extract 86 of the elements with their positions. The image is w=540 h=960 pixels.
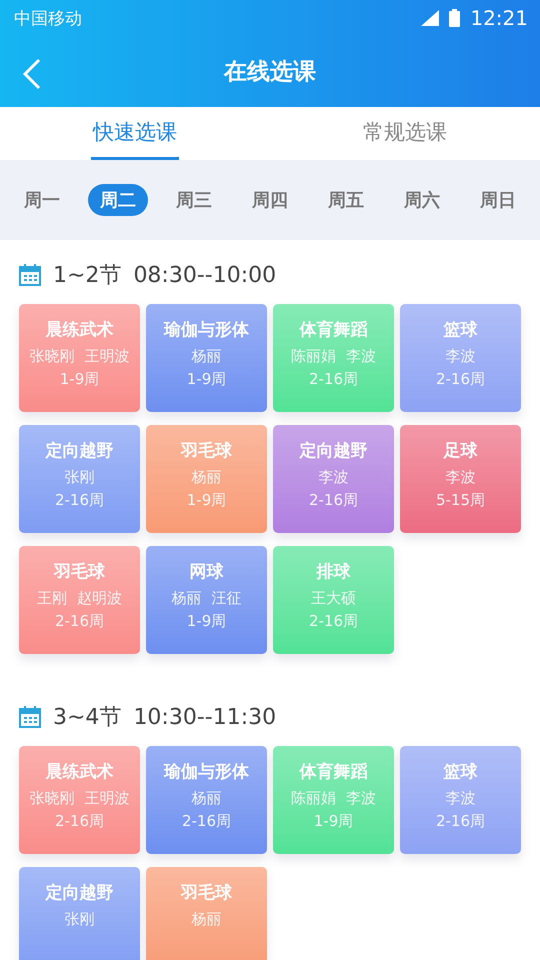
- page-title: 在线选课: [224, 58, 316, 87]
- battery-icon: [449, 9, 460, 27]
- time-range: 08:30--10:00: [133, 262, 276, 288]
- teacher-names: 杨丽 汪征: [172, 589, 242, 608]
- course-card[interactable]: 定向越野 张刚: [19, 867, 140, 960]
- course-name: 定向越野: [46, 440, 114, 462]
- course-card[interactable]: 篮球 李波 2-16周: [400, 304, 521, 412]
- course-name: 网球: [190, 561, 224, 583]
- week-range: 1-9周: [60, 370, 100, 389]
- course-name: 羽毛球: [181, 882, 232, 904]
- teacher-names: 杨丽: [192, 468, 222, 487]
- teacher-names: 杨丽: [192, 347, 222, 366]
- teacher-names: 陈丽娟 李波: [291, 789, 376, 808]
- teacher-names: 杨丽: [192, 910, 222, 929]
- tab[interactable]: 常规选课: [270, 107, 540, 160]
- week-range: 2-16周: [182, 812, 232, 831]
- course-name: 篮球: [444, 319, 478, 341]
- week-range: 2-16周: [436, 812, 486, 831]
- time-range: 10:30--11:30: [133, 704, 276, 730]
- teacher-names: 张晓刚 王明波: [30, 347, 130, 366]
- course-card[interactable]: 晨练武术 张晓刚 王明波 2-16周: [19, 746, 140, 854]
- calendar-icon: [19, 706, 41, 728]
- week-range: 2-16周: [54, 612, 104, 631]
- teacher-names: 王大硕: [311, 589, 356, 608]
- period-label: 3~4节: [53, 704, 122, 732]
- course-name: 足球: [444, 440, 478, 462]
- day-tab[interactable]: 周三: [164, 184, 224, 216]
- course-name: 瑜伽与形体: [164, 319, 249, 341]
- course-name: 定向越野: [300, 440, 368, 462]
- week-range: 2-16周: [308, 612, 358, 631]
- teacher-names: 李波: [446, 347, 476, 366]
- course-name: 羽毛球: [181, 440, 232, 462]
- course-card[interactable]: 羽毛球 杨丽: [146, 867, 267, 960]
- week-range: 1-9周: [186, 370, 226, 389]
- clock-time: 12:21: [470, 6, 528, 30]
- week-range: 2-16周: [54, 491, 104, 510]
- course-name: 篮球: [444, 761, 478, 783]
- course-name: 瑜伽与形体: [164, 761, 249, 783]
- week-range: 2-16周: [308, 491, 358, 510]
- day-tab[interactable]: 周二: [88, 184, 148, 216]
- week-range: 1-9周: [186, 491, 226, 510]
- course-name: 晨练武术: [46, 761, 114, 783]
- course-card[interactable]: 定向越野 张刚 2-16周: [19, 425, 140, 533]
- course-name: 定向越野: [46, 882, 114, 904]
- course-card[interactable]: 晨练武术 张晓刚 王明波 1-9周: [19, 304, 140, 412]
- back-icon[interactable]: [22, 58, 42, 90]
- course-card[interactable]: 体育舞蹈 陈丽娟 李波 1-9周: [273, 746, 394, 854]
- carrier-name: 中国移动: [14, 8, 82, 30]
- course-name: 晨练武术: [46, 319, 114, 341]
- course-card[interactable]: 瑜伽与形体 杨丽 2-16周: [146, 746, 267, 854]
- course-card[interactable]: 篮球 李波 2-16周: [400, 746, 521, 854]
- course-name: 羽毛球: [54, 561, 105, 583]
- week-range: 1-9周: [186, 612, 226, 631]
- course-card[interactable]: 足球 李波 5-15周: [400, 425, 521, 533]
- course-name: 体育舞蹈: [300, 319, 368, 341]
- teacher-names: 李波: [318, 468, 348, 487]
- teacher-names: 张晓刚 王明波: [30, 789, 130, 808]
- day-tab[interactable]: 周六: [392, 184, 452, 216]
- period-label: 1~2节: [53, 262, 122, 290]
- course-card[interactable]: 体育舞蹈 陈丽娟 李波 2-16周: [273, 304, 394, 412]
- teacher-names: 陈丽娟 李波: [291, 347, 376, 366]
- course-name: 体育舞蹈: [300, 761, 368, 783]
- week-range: 5-15周: [436, 491, 486, 510]
- week-range: 2-16周: [308, 370, 358, 389]
- day-tab[interactable]: 周五: [316, 184, 376, 216]
- course-card[interactable]: 排球 王大硕 2-16周: [273, 546, 394, 654]
- day-tab[interactable]: 周四: [240, 184, 300, 216]
- course-card[interactable]: 网球 杨丽 汪征 1-9周: [146, 546, 267, 654]
- day-tab[interactable]: 周一: [12, 184, 72, 216]
- teacher-names: 张刚: [64, 910, 94, 929]
- day-tab[interactable]: 周日: [468, 184, 528, 216]
- course-card[interactable]: 羽毛球 杨丽 1-9周: [146, 425, 267, 533]
- teacher-names: 王刚 赵明波: [37, 589, 122, 608]
- week-range: 2-16周: [54, 812, 104, 831]
- course-card[interactable]: 瑜伽与形体 杨丽 1-9周: [146, 304, 267, 412]
- week-range: 2-16周: [436, 370, 486, 389]
- course-card[interactable]: 羽毛球 王刚 赵明波 2-16周: [19, 546, 140, 654]
- signal-icon: [421, 10, 440, 26]
- calendar-icon: [19, 264, 41, 286]
- course-card[interactable]: 定向越野 李波 2-16周: [273, 425, 394, 533]
- teacher-names: 杨丽: [192, 789, 222, 808]
- teacher-names: 张刚: [64, 468, 94, 487]
- week-range: 1-9周: [314, 812, 354, 831]
- teacher-names: 李波: [446, 468, 476, 487]
- course-name: 排球: [316, 561, 350, 583]
- teacher-names: 李波: [446, 789, 476, 808]
